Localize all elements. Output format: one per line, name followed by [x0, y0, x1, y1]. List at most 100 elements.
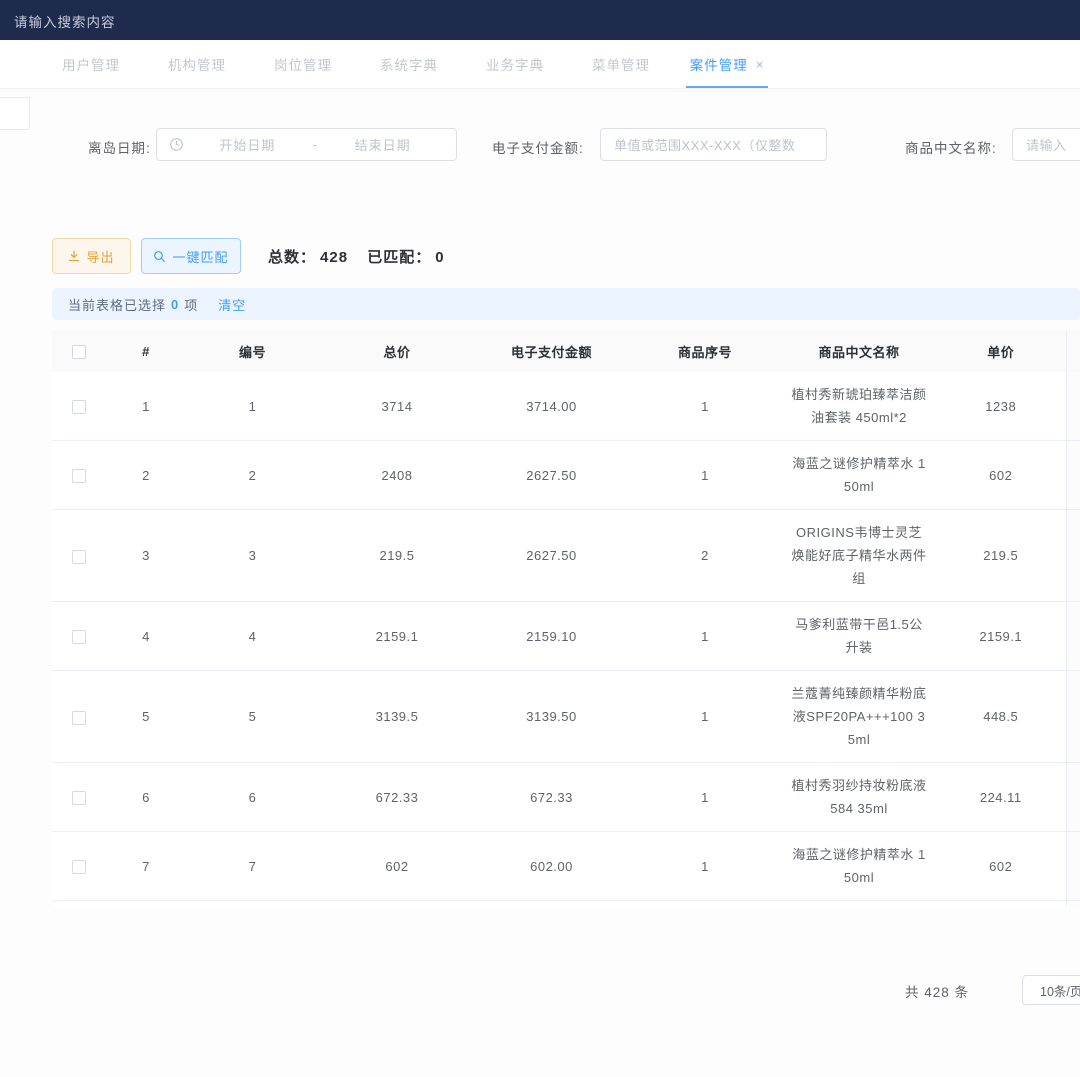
row-checkbox[interactable]	[72, 550, 86, 564]
page-size-value: 10条/页	[1040, 981, 1080, 1000]
cell-code: 5	[186, 671, 319, 763]
match-stats: 总数：428 已匹配：0	[268, 246, 449, 267]
row-checkbox[interactable]	[72, 400, 86, 414]
row-checkbox[interactable]	[72, 630, 86, 644]
table-row: 6 6 672.33 672.33 1 植村秀羽纱持妆粉底液 584 35ml …	[52, 763, 1080, 832]
cell-index: 6	[106, 763, 186, 832]
selection-prefix: 当前表格已选择	[68, 295, 166, 314]
payment-amount-placeholder: 单值或范围XXX-XXX（仅整数	[614, 135, 795, 154]
date-range-separator: -	[309, 137, 321, 152]
selection-count: 0	[171, 297, 179, 312]
cell-clipped	[1066, 763, 1080, 832]
cell-clipped	[1066, 832, 1080, 901]
table-row: 3 3 219.5 2627.50 2 ORIGINS韦博士灵芝焕能好底子精华水…	[52, 510, 1080, 602]
cell-item-no: 1	[628, 372, 782, 441]
cell-code: 6	[186, 763, 319, 832]
cell-clipped	[1066, 671, 1080, 763]
col-header-product: 商品中文名称	[782, 330, 936, 372]
tab-item[interactable]: 业务字典	[462, 40, 568, 88]
cell-index: 1	[106, 372, 186, 441]
pagination-total-prefix: 共	[905, 985, 920, 1000]
export-button[interactable]: 导出	[52, 238, 131, 274]
cell-total: 3139.5	[319, 671, 475, 763]
pagination-total: 共 428 条	[905, 981, 969, 1001]
tab-item[interactable]: 岗位管理	[250, 40, 356, 88]
one-click-match-button[interactable]: 一键匹配	[141, 238, 241, 274]
tab-close-icon[interactable]: ×	[756, 57, 765, 72]
row-checkbox[interactable]	[72, 469, 86, 483]
cell-unit-price: 139.20	[936, 901, 1066, 908]
cell-total: 219.5	[319, 510, 475, 602]
cell-clipped	[1066, 901, 1080, 908]
cell-clipped	[1066, 372, 1080, 441]
cell-unit-price: 448.5	[936, 671, 1066, 763]
cell-code: 2	[186, 441, 319, 510]
date-start-input[interactable]: 开始日期	[186, 135, 309, 154]
cell-index: 5	[106, 671, 186, 763]
tab-bar: 用户管理 机构管理 岗位管理 系统字典 业务字典 菜单管理 案件管理 ×	[0, 40, 1080, 89]
cell-total: 3714	[319, 372, 475, 441]
select-all-checkbox[interactable]	[72, 345, 86, 359]
cell-product: 海蓝之谜修护精萃水 150ml	[782, 832, 936, 901]
clock-icon	[169, 137, 184, 152]
cell-payment: 2627.50	[475, 510, 628, 602]
cell-product: 卡诗菁纯亮泽经典香氛发油 100ml	[782, 901, 936, 908]
cell-unit-price: 2159.1	[936, 602, 1066, 671]
top-navbar: 请输入搜索内容	[0, 0, 1080, 40]
cell-item-no: 1	[628, 832, 782, 901]
cell-code: 8	[186, 901, 319, 908]
col-header-total: 总价	[319, 330, 475, 372]
pagination-total-suffix: 条	[955, 985, 970, 1000]
product-name-input[interactable]: 请输入	[1012, 128, 1080, 161]
page-size-select[interactable]: 10条/页	[1022, 975, 1080, 1005]
selection-suffix: 项	[184, 295, 198, 314]
payment-amount-input[interactable]: 单值或范围XXX-XXX（仅整数	[600, 128, 827, 161]
tab-label: 系统字典	[380, 54, 438, 74]
cell-item-no: 1	[628, 602, 782, 671]
tab-item[interactable]: 机构管理	[144, 40, 250, 88]
tab-label: 机构管理	[168, 54, 226, 74]
matched-label: 已匹配：	[367, 249, 431, 266]
tab-label: 岗位管理	[274, 54, 332, 74]
tab-item[interactable]: 菜单管理	[568, 40, 674, 88]
col-header-code: 编号	[186, 330, 319, 372]
cases-table: # 编号 总价 电子支付金额 商品序号 商品中文名称 单价 1 1 3714 3…	[52, 330, 1080, 907]
tab-item[interactable]: 用户管理	[38, 40, 144, 88]
tab-item[interactable]: 系统字典	[356, 40, 462, 88]
product-filter-label: 商品中文名称:	[905, 137, 997, 157]
export-button-label: 导出	[86, 247, 114, 266]
date-range-picker[interactable]: 开始日期 - 结束日期	[156, 128, 457, 161]
col-header-item-no: 商品序号	[628, 330, 782, 372]
tab-label: 业务字典	[486, 54, 544, 74]
row-checkbox[interactable]	[72, 791, 86, 805]
total-value: 428	[320, 249, 348, 266]
table-row: 2 2 2408 2627.50 1 海蓝之谜修护精萃水 150ml 602	[52, 441, 1080, 510]
tab-item[interactable]: 案件管理 ×	[674, 40, 780, 88]
date-end-input[interactable]: 结束日期	[321, 135, 444, 154]
tab-label: 菜单管理	[592, 54, 650, 74]
cell-product: 兰蔻菁纯臻颜精华粉底液SPF20PA+++100 35ml	[782, 671, 936, 763]
cell-unit-price: 1238	[936, 372, 1066, 441]
pagination-total-count: 428	[924, 985, 950, 1000]
col-header-clipped	[1066, 330, 1080, 372]
clear-selection-link[interactable]: 清空	[218, 295, 246, 314]
cell-payment: 1392.04	[475, 901, 628, 908]
cell-total: 672.33	[319, 763, 475, 832]
cell-product: 植村秀羽纱持妆粉底液 584 35ml	[782, 763, 936, 832]
cell-payment: 3139.50	[475, 671, 628, 763]
tab-label: 案件管理	[690, 54, 748, 74]
cell-index: 3	[106, 510, 186, 602]
cell-product: 海蓝之谜修护精萃水 150ml	[782, 441, 936, 510]
table-row: 4 4 2159.1 2159.10 1 马爹利蓝带干邑1.5公升装 2159.…	[52, 602, 1080, 671]
cell-code: 7	[186, 832, 319, 901]
cell-payment: 2627.50	[475, 441, 628, 510]
cell-index: 8	[106, 901, 186, 908]
table-row: 1 1 3714 3714.00 1 植村秀新琥珀臻萃洁颜油套装 450ml*2…	[52, 372, 1080, 441]
match-button-label: 一键匹配	[172, 247, 228, 266]
row-checkbox[interactable]	[72, 711, 86, 725]
global-search-input[interactable]: 请输入搜索内容	[14, 11, 116, 31]
row-checkbox[interactable]	[72, 860, 86, 874]
download-icon	[68, 250, 80, 262]
search-icon	[153, 250, 166, 263]
total-label: 总数：	[268, 249, 316, 266]
